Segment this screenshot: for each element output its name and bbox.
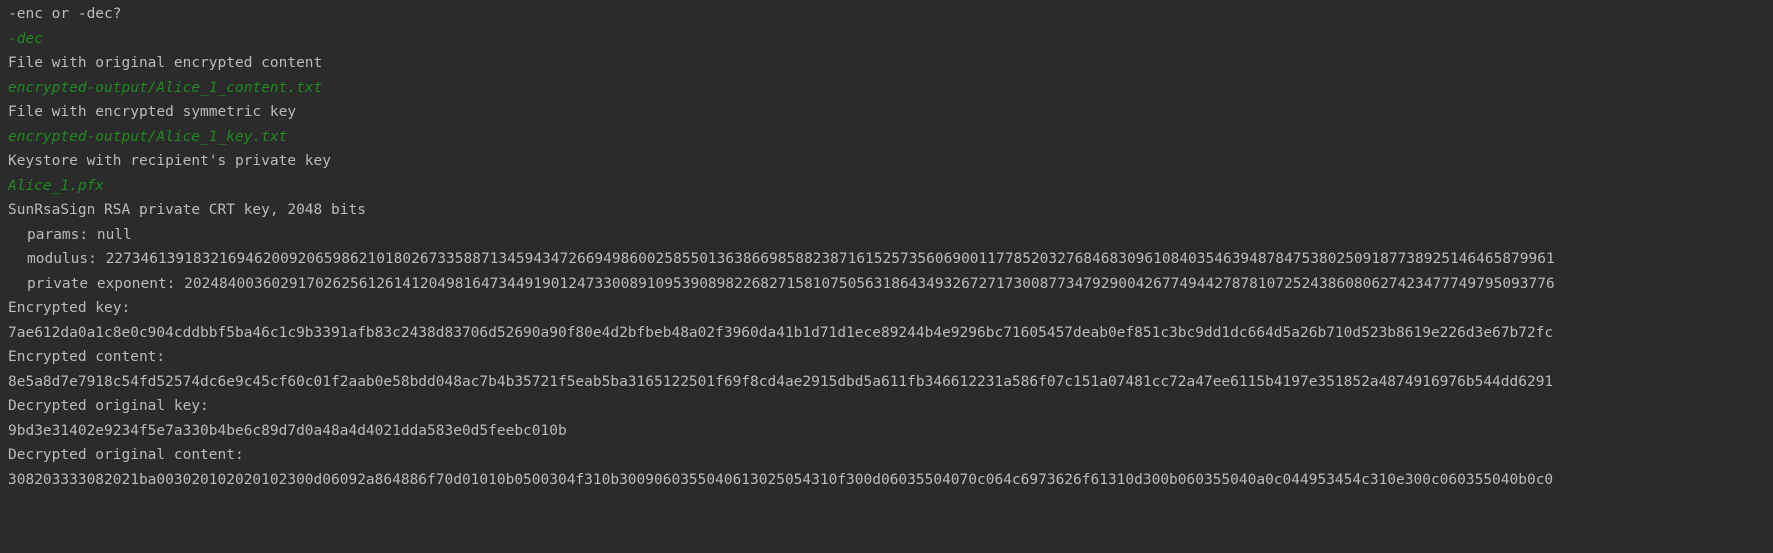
console-label-decrypted-content: Decrypted original content: (8, 447, 244, 463)
console-value-decrypted-content: 308203333082021ba003020102020102300d0609… (8, 471, 1554, 488)
console-prompt-key-file: File with encrypted symmetric key (8, 104, 297, 120)
console-input-content-file: encrypted-output/Alice_1_content.txt (8, 79, 323, 96)
console-input-keystore: Alice_1.pfx (8, 177, 105, 194)
console-prompt-mode: -enc or -dec? (8, 6, 122, 22)
console-key-params: params: null (27, 226, 132, 243)
console-output-panel[interactable]: -enc or -dec? -dec File with original en… (0, 0, 1773, 553)
console-input-key-file: encrypted-output/Alice_1_key.txt (8, 128, 288, 145)
console-value-encrypted-key: 7ae612da0a1c8e0c904cddbbf5ba46c1c9b3391a… (8, 324, 1554, 341)
console-label-encrypted-content: Encrypted content: (8, 349, 166, 365)
console-label-encrypted-key: Encrypted key: (8, 300, 131, 316)
console-key-modulus: modulus: 2273461391832169462009206598621… (27, 251, 1555, 267)
console-key-private-exponent: private exponent: 2024840036029170262561… (27, 275, 1555, 292)
console-value-encrypted-content: 8e5a8d7e7918c54fd52574dc6e9c45cf60c01f2a… (8, 373, 1554, 390)
console-input-mode: -dec (8, 30, 43, 47)
console-prompt-keystore: Keystore with recipient's private key (8, 153, 332, 169)
console-label-decrypted-key: Decrypted original key: (8, 398, 209, 414)
console-prompt-content-file: File with original encrypted content (8, 55, 323, 71)
console-value-decrypted-key: 9bd3e31402e9234f5e7a330b4be6c89d7d0a48a4… (8, 422, 567, 439)
console-key-info: SunRsaSign RSA private CRT key, 2048 bit… (8, 202, 366, 218)
